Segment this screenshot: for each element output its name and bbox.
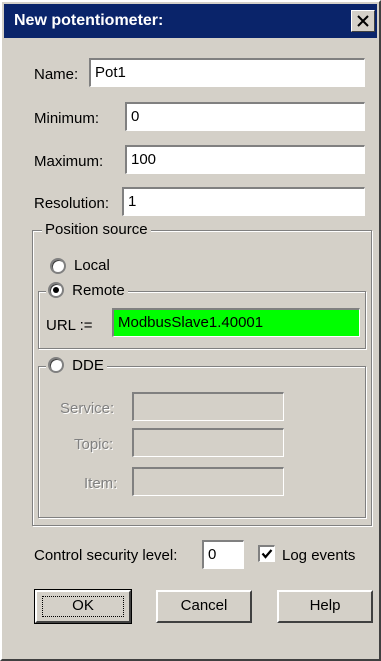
radio-selected-dot	[53, 287, 59, 293]
close-icon	[357, 15, 369, 27]
position-source-legend: Position source	[42, 221, 151, 238]
resolution-field[interactable]: 1	[122, 187, 365, 216]
maximum-label: Maximum:	[34, 153, 104, 170]
local-radio-label[interactable]: Local	[74, 257, 110, 274]
minimum-label: Minimum:	[34, 110, 100, 127]
service-label: Service:	[60, 400, 115, 417]
cancel-button-label: Cancel	[180, 597, 228, 614]
cancel-button[interactable]: Cancel	[156, 590, 252, 623]
security-level-field[interactable]: 0	[202, 540, 244, 569]
service-field[interactable]	[132, 392, 284, 421]
remote-radio[interactable]	[48, 282, 64, 298]
item-label: Item:	[84, 475, 118, 492]
dde-legend: DDE	[46, 357, 107, 374]
security-level-label: Control security level:	[34, 547, 178, 564]
dde-radio-label[interactable]: DDE	[72, 357, 104, 374]
remote-radio-label[interactable]: Remote	[72, 282, 125, 299]
name-field[interactable]: Pot1	[89, 58, 365, 87]
close-button[interactable]	[351, 10, 375, 32]
ok-button[interactable]: OK	[34, 589, 132, 624]
potentiometer-dialog: New potentiometer: Name: Pot1 Minimum: 0…	[0, 0, 381, 661]
log-events-label[interactable]: Log events	[282, 547, 355, 564]
topic-label: Topic:	[74, 436, 114, 453]
maximum-field[interactable]: 100	[125, 145, 365, 174]
checkmark-icon	[261, 549, 273, 559]
help-button[interactable]: Help	[277, 590, 373, 623]
log-events-checkbox[interactable]	[258, 545, 275, 562]
help-button-label: Help	[309, 597, 341, 614]
remote-legend: Remote	[46, 282, 128, 299]
topic-field[interactable]	[132, 428, 284, 457]
focus-rectangle	[42, 596, 124, 617]
minimum-field[interactable]: 0	[125, 102, 365, 131]
window-title: New potentiometer:	[14, 12, 164, 29]
title-bar[interactable]: New potentiometer:	[4, 4, 377, 38]
resolution-label: Resolution:	[34, 195, 110, 212]
local-radio[interactable]	[50, 258, 66, 274]
name-label: Name:	[34, 66, 79, 83]
url-field[interactable]: ModbusSlave1.40001	[112, 308, 360, 337]
url-label: URL :=	[46, 317, 93, 334]
dde-radio[interactable]	[48, 357, 64, 373]
item-field[interactable]	[132, 467, 284, 496]
